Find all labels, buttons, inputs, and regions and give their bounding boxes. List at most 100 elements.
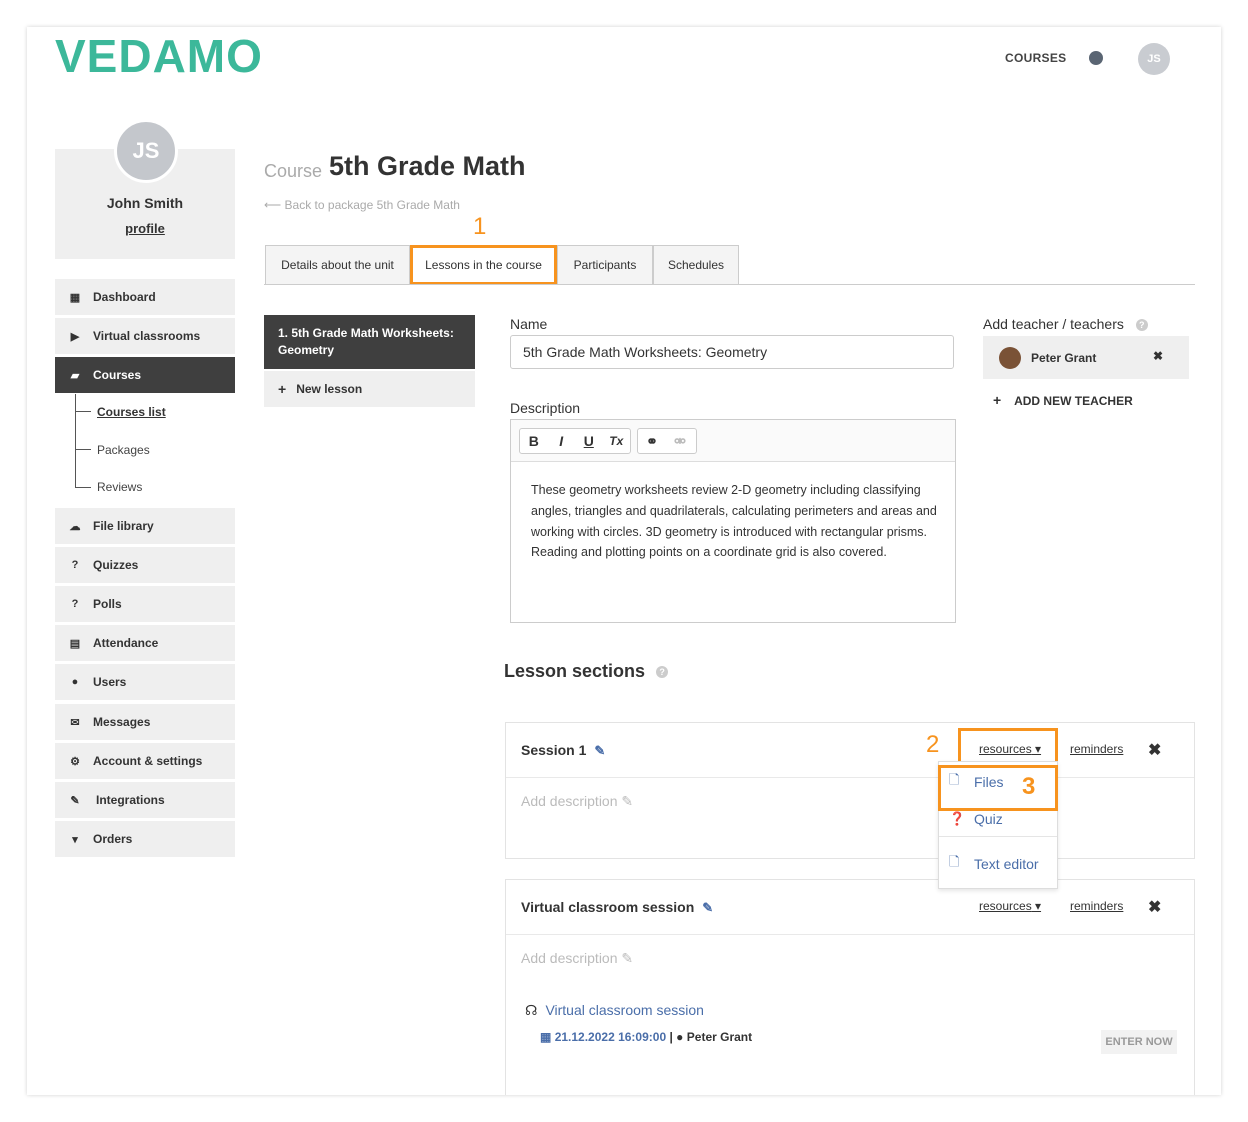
envelope-icon: ✉	[70, 716, 80, 729]
sidebar-subitem-packages[interactable]: Packages	[97, 443, 150, 457]
section-name-text: Virtual classroom session	[521, 899, 695, 915]
resources-dropdown[interactable]: resources ▾	[979, 899, 1041, 913]
lesson-item-active[interactable]: 1. 5th Grade Math Worksheets: Geometry	[264, 315, 475, 369]
plug-icon: ✎	[70, 794, 80, 807]
session-teacher: Peter Grant	[686, 1030, 753, 1044]
resources-label: resources	[979, 899, 1032, 913]
user-icon: ●	[676, 1030, 684, 1044]
sidebar-item-messages[interactable]: ✉ Messages	[55, 704, 235, 740]
cart-icon: ▾	[72, 833, 78, 846]
tree-tick	[75, 411, 91, 412]
remove-teacher-icon[interactable]: ✖	[1153, 349, 1163, 363]
enter-now-button[interactable]: ENTER NOW	[1101, 1030, 1177, 1054]
bold-button[interactable]: B	[520, 429, 548, 453]
pencil-icon: ✎	[621, 950, 634, 966]
link-icon[interactable]: ⚭	[638, 429, 666, 453]
description-text[interactable]: These geometry worksheets review 2-D geo…	[531, 480, 941, 563]
help-icon[interactable]: ?	[656, 666, 669, 679]
calendar-icon: ▦	[540, 1030, 552, 1044]
menu-item-text-editor[interactable]: 🗋 Text editor	[939, 838, 1057, 890]
gear-icon: ⚙	[70, 755, 80, 768]
sidebar-item-orders[interactable]: ▾ Orders	[55, 821, 235, 857]
play-circle-icon: ▶	[70, 330, 80, 343]
italic-button[interactable]: I	[548, 429, 576, 453]
sidebar-item-label: Polls	[93, 597, 122, 611]
course-prefix: Course	[264, 161, 323, 181]
vedamo-logo[interactable]: VEDAMO	[55, 29, 263, 83]
underline-button[interactable]: U	[575, 429, 603, 453]
unlink-icon[interactable]: ⚮	[666, 429, 694, 453]
cloud-upload-icon: ☁	[69, 520, 81, 533]
section-card-virtual-classroom: Virtual classroom session ✎ resources ▾ r…	[505, 879, 1195, 1095]
sidebar-item-integrations[interactable]: ✎ Integrations	[55, 782, 235, 818]
headphones-icon: ☊	[525, 1002, 538, 1018]
section-name-text: Session 1	[521, 742, 587, 758]
tab-details[interactable]: Details about the unit	[265, 245, 410, 285]
nav-courses-link[interactable]: COURSES	[1005, 51, 1066, 65]
remove-format-button[interactable]: Tx	[603, 429, 631, 453]
tab-schedules[interactable]: Schedules	[653, 245, 739, 285]
description-editor[interactable]: B I U Tx ⚭ ⚮ These geometry worksheets r…	[510, 419, 956, 623]
name-label: Name	[510, 316, 548, 332]
sidebar-item-label: Courses	[93, 368, 142, 382]
tab-lessons[interactable]: Lessons in the course	[410, 245, 557, 285]
lesson-sections-title-text: Lesson sections	[504, 661, 646, 681]
delete-section-icon[interactable]: ✖	[1148, 897, 1161, 917]
virtual-classroom-link-text: Virtual classroom session	[545, 1002, 704, 1018]
globe-icon[interactable]	[1089, 51, 1103, 65]
sidebar-subitem-reviews[interactable]: Reviews	[97, 480, 142, 494]
section-header: Session 1 ✎ resources ▾ reminders ✖	[506, 723, 1194, 778]
new-lesson-button[interactable]: + New lesson	[264, 371, 475, 407]
format-group: B I U Tx	[519, 428, 631, 454]
add-new-teacher-button[interactable]: + ADD NEW TEACHER	[993, 392, 1133, 408]
sidebar-item-label: File library	[93, 519, 154, 533]
lesson-name-input[interactable]: 5th Grade Math Worksheets: Geometry	[510, 335, 954, 369]
files-highlight	[938, 765, 1058, 811]
sidebar-subitem-courses-list[interactable]: Courses list	[97, 405, 166, 419]
menu-divider	[939, 836, 1057, 837]
sidebar-item-account-settings[interactable]: ⚙ Account & settings	[55, 743, 235, 779]
sidebar-item-virtual-classrooms[interactable]: ▶ Virtual classrooms	[55, 318, 235, 354]
add-new-teacher-label: ADD NEW TEACHER	[1014, 394, 1133, 408]
sidebar-item-label: Users	[93, 675, 127, 689]
add-description-text: Add description	[521, 793, 618, 809]
help-icon[interactable]: ?	[1135, 319, 1148, 332]
pencil-icon: ✎	[621, 793, 634, 809]
document-icon: ▤	[69, 637, 81, 650]
add-description-text: Add description	[521, 950, 618, 966]
tab-participants[interactable]: Participants	[557, 245, 653, 285]
question-circle-icon: ❓	[949, 811, 966, 826]
sidebar-item-label: Virtual classrooms	[93, 329, 201, 343]
profile-link[interactable]: profile	[55, 221, 235, 236]
plus-icon: +	[278, 381, 287, 397]
user-avatar[interactable]: JS	[1138, 43, 1170, 75]
sidebar-item-label: Integrations	[96, 793, 165, 807]
section-name: Session 1 ✎	[521, 742, 605, 759]
pencil-icon[interactable]: ✎	[594, 743, 605, 758]
reminders-link[interactable]: reminders	[1070, 742, 1123, 756]
sidebar-item-polls[interactable]: ? Polls	[55, 586, 235, 622]
sidebar-item-courses[interactable]: ▰ Courses	[55, 357, 235, 393]
tree-tick	[75, 449, 91, 450]
link-group: ⚭ ⚮	[637, 428, 697, 454]
sidebar-item-users[interactable]: ● Users	[55, 664, 235, 700]
sidebar-item-quizzes[interactable]: ? Quizzes	[55, 547, 235, 583]
sidebar-item-label: Messages	[93, 715, 151, 729]
add-description-link[interactable]: Add description ✎	[521, 793, 633, 810]
teacher-name: Peter Grant	[1031, 350, 1097, 365]
sidebar-item-dashboard[interactable]: ▦ Dashboard	[55, 279, 235, 315]
tree-tick	[75, 487, 91, 488]
sidebar-item-file-library[interactable]: ☁ File library	[55, 508, 235, 544]
reminders-link[interactable]: reminders	[1070, 899, 1123, 913]
sidebar-item-attendance[interactable]: ▤ Attendance	[55, 625, 235, 661]
back-to-package-link[interactable]: ⟵ Back to package 5th Grade Math	[264, 198, 460, 212]
pencil-icon[interactable]: ✎	[702, 900, 713, 915]
question-circle-icon: ?	[71, 598, 79, 610]
new-lesson-label: New lesson	[296, 382, 363, 396]
editor-toolbar: B I U Tx ⚭ ⚮	[511, 420, 955, 462]
add-description-link[interactable]: Add description ✎	[521, 950, 633, 967]
sidebar-item-label: Account & settings	[93, 754, 203, 768]
delete-section-icon[interactable]: ✖	[1148, 740, 1161, 760]
virtual-classroom-link[interactable]: ☊ Virtual classroom session	[525, 1002, 704, 1019]
tree-line	[75, 394, 76, 488]
